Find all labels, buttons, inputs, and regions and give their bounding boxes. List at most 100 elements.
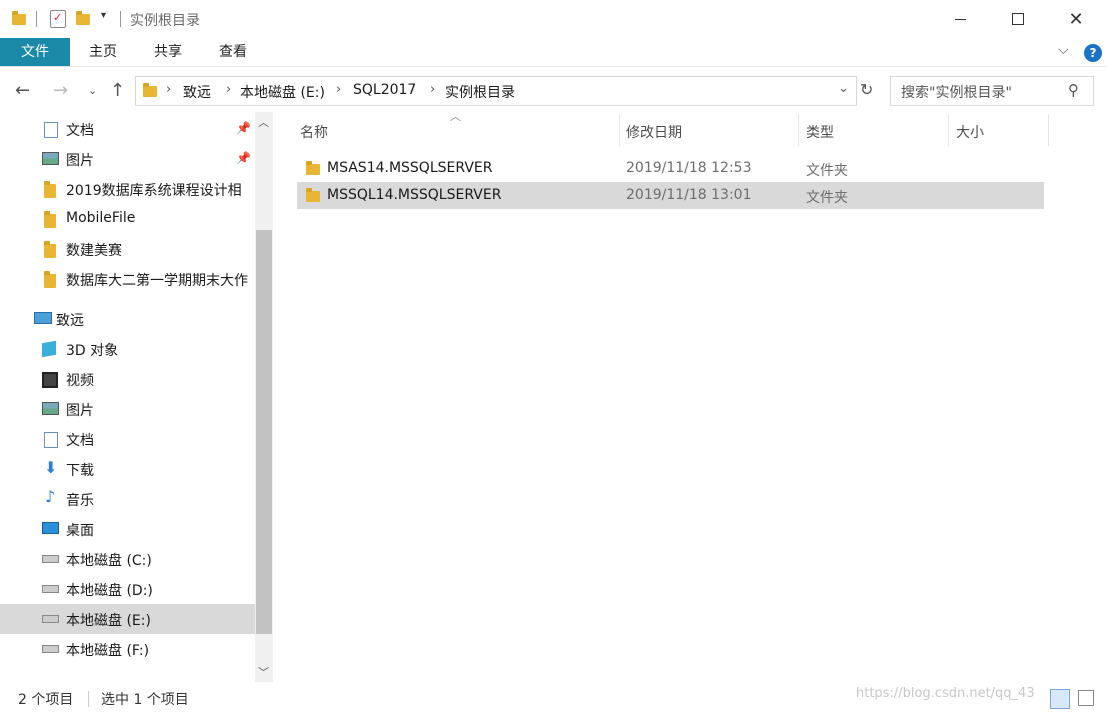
folder-icon [306,188,320,202]
picture-icon [42,402,59,415]
drive-icon [42,615,59,623]
help-icon[interactable]: ? [1084,44,1102,62]
quick-access-dropdown-icon[interactable]: ▾ [101,10,106,21]
tab-share[interactable]: 共享 [143,38,193,66]
sidebar-item-3d-objects[interactable]: 3D 对象 [0,334,255,364]
column-header-date[interactable]: 修改日期 [626,122,682,142]
recent-locations-icon[interactable]: ⌄ [88,84,97,97]
file-date: 2019/11/18 13:01 [626,187,752,203]
chevron-right-icon[interactable]: › [166,82,171,97]
window-title: 实例根目录 [130,13,200,29]
column-header-type[interactable]: 类型 [806,122,834,142]
column-divider[interactable] [798,114,799,146]
drive-icon [42,585,59,593]
sidebar-item-documents[interactable]: 文档 [0,424,255,454]
chevron-right-icon[interactable]: › [226,82,231,97]
tab-file[interactable]: 文件 [0,38,70,66]
column-header-size[interactable]: 大小 [956,122,984,142]
navigation-pane: 文档 📌 图片 📌 2019数据库系统课程设计相 MobileFile 数建美赛… [0,112,255,682]
sidebar-item-documents-pinned[interactable]: 文档 📌 [0,114,255,144]
file-name: MSAS14.MSSQLSERVER [327,160,493,176]
sidebar-item-downloads[interactable]: ⬇ 下载 [0,454,255,484]
sidebar-item-drive-c[interactable]: 本地磁盘 (C:) [0,544,255,574]
sidebar-item-desktop[interactable]: 桌面 [0,514,255,544]
divider [36,11,37,27]
folder-icon [12,11,26,25]
breadcrumb-computer[interactable]: 致远 [183,82,211,102]
sidebar-item-videos[interactable]: 视频 [0,364,255,394]
selection-count: 选中 1 个项目 [101,692,189,708]
minimize-icon [954,18,966,20]
folder-icon [44,271,56,288]
scroll-up-icon[interactable]: ︿ [258,114,269,130]
document-icon [44,432,58,448]
search-input[interactable]: 搜索"实例根目录" ⚲ [890,76,1094,106]
breadcrumb-drive[interactable]: 本地磁盘 (E:) [240,82,325,102]
details-view-icon[interactable] [1050,689,1070,709]
table-row[interactable]: MSSQL14.MSSQLSERVER 2019/11/18 13:01 文件夹 [297,182,1044,209]
up-icon[interactable]: ↑ [110,80,125,101]
breadcrumb-sql2017[interactable]: SQL2017 [353,82,416,98]
sidebar-item-folder-database[interactable]: 数据库大二第一学期期末大作 [0,264,255,294]
maximize-button[interactable] [988,0,1048,38]
search-placeholder: 搜索"实例根目录" [901,85,1012,101]
properties-icon[interactable]: ✓ [50,10,66,28]
breadcrumb-current[interactable]: 实例根目录 [445,82,515,102]
maximize-icon [1012,13,1024,25]
drive-icon [42,645,59,653]
document-icon [44,122,58,138]
forward-icon[interactable]: → [53,80,68,101]
title-bar: ✓ ▾ 实例根目录 ✕ [0,0,1107,38]
close-button[interactable]: ✕ [1046,0,1106,38]
sidebar-item-music[interactable]: ♪ 音乐 [0,484,255,514]
3d-objects-icon [42,340,56,358]
sidebar-scrollbar[interactable]: ︿ ﹀ [255,112,273,682]
pin-icon[interactable]: 📌 [236,121,251,135]
search-icon: ⚲ [1068,81,1079,99]
sidebar-item-this-pc[interactable]: 致远 [0,304,255,334]
column-divider[interactable] [948,114,949,146]
divider [88,691,89,707]
folder-icon [306,161,320,175]
sidebar-item-drive-d[interactable]: 本地磁盘 (D:) [0,574,255,604]
close-icon: ✕ [1068,8,1084,30]
divider [120,11,121,27]
computer-icon [34,312,52,324]
scrollbar-thumb[interactable] [256,230,272,634]
new-folder-icon[interactable] [76,11,90,25]
sidebar-item-drive-f[interactable]: 本地磁盘 (F:) [0,634,255,664]
tab-view[interactable]: 查看 [208,38,258,66]
file-name: MSSQL14.MSSQLSERVER [327,187,502,203]
sidebar-item-drive-e[interactable]: 本地磁盘 (E:) [0,604,255,634]
video-icon [42,372,58,388]
back-icon[interactable]: ← [15,80,30,101]
refresh-icon[interactable]: ↻ [860,80,873,99]
sidebar-item-folder-mobilefile[interactable]: MobileFile [0,204,255,234]
music-icon: ♪ [45,487,56,506]
sidebar-item-pictures-pinned[interactable]: 图片 📌 [0,144,255,174]
scroll-down-icon[interactable]: ﹀ [258,664,269,680]
item-count: 2 个项目 [18,692,74,708]
minimize-button[interactable] [930,0,990,38]
address-bar[interactable]: › 致远 › 本地磁盘 (E:) › SQL2017 › 实例根目录 ⌄ [135,76,857,106]
desktop-icon [42,522,59,534]
large-icons-view-icon[interactable] [1078,690,1094,706]
address-dropdown-icon[interactable]: ⌄ [838,81,849,96]
sidebar-item-pictures[interactable]: 图片 [0,394,255,424]
file-type: 文件夹 [806,163,848,179]
file-type: 文件夹 [806,190,848,206]
ribbon-expand-icon[interactable]: ⌵ [1058,42,1069,58]
system-drive-icon [42,555,59,563]
pin-icon[interactable]: 📌 [236,151,251,165]
folder-icon [44,241,56,258]
picture-icon [42,152,59,165]
column-header-name[interactable]: 名称 [300,122,328,142]
chevron-right-icon[interactable]: › [336,82,341,97]
sidebar-item-folder-course[interactable]: 2019数据库系统课程设计相 [0,174,255,204]
tab-home[interactable]: 主页 [78,38,128,66]
column-divider[interactable] [1048,114,1049,146]
chevron-right-icon[interactable]: › [430,82,435,97]
table-row[interactable]: MSAS14.MSSQLSERVER 2019/11/18 12:53 文件夹 [297,155,1044,182]
column-divider[interactable] [619,114,620,146]
sidebar-item-folder-mcm[interactable]: 数建美赛 [0,234,255,264]
